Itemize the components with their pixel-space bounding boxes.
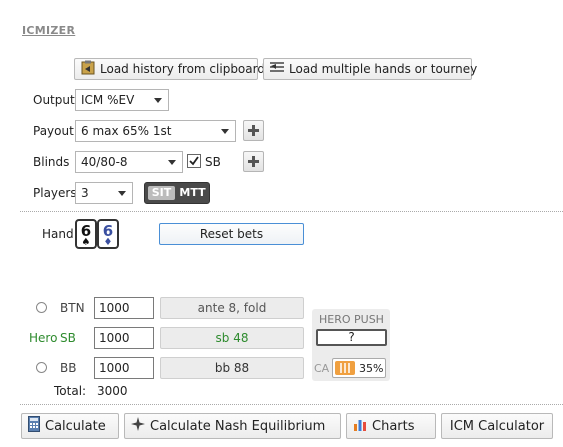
icm-calculator-label: ICM Calculator [449,418,545,434]
calculator-icon [28,416,40,436]
nash-star-icon [131,417,145,435]
payout-select-value: 6 max 65% 1st [81,124,172,138]
output-label: Output [33,93,75,107]
load-history-clipboard-label: Load history from clipboard [100,62,265,76]
ca-label: CA [314,362,330,375]
blinds-select-value: 40/80-8 [81,155,128,169]
payout-select[interactable]: 6 max 65% 1st [75,120,236,142]
bb-radio[interactable] [36,362,47,373]
ca-percent-badge[interactable]: 35% [332,358,386,378]
btn-position-label: BTN [60,301,85,315]
calculate-button[interactable]: Calculate [21,413,119,439]
add-blinds-button[interactable] [243,151,264,172]
calculate-nash-label: Calculate Nash Equilibrium [150,418,326,434]
blinds-select[interactable]: 40/80-8 [75,151,183,173]
output-select-value: ICM %EV [81,93,135,107]
bar-chart-icon [353,417,367,435]
payout-label: Payout [33,124,74,138]
reset-bets-button[interactable]: Reset bets [159,223,304,245]
app-title[interactable]: ICMIZER [22,24,75,37]
hero-push-title: HERO PUSH [319,313,384,326]
btn-action[interactable]: ante 8, fold [160,297,304,319]
chevron-down-icon [168,160,176,165]
ca-bar-icon [335,361,355,375]
hole-card-1[interactable]: 6 ♠ [75,219,97,249]
diamond-icon: ♦ [103,237,113,248]
hand-label: Hand [42,227,74,241]
calculate-nash-button[interactable]: Calculate Nash Equilibrium [124,413,341,439]
hero-label: Hero [29,331,58,345]
sit-toggle-option[interactable]: SIT [148,186,175,200]
reset-bets-label: Reset bets [199,227,264,241]
hands-list-icon [270,61,284,77]
btn-radio[interactable] [36,302,47,313]
sb-checkbox-label: SB [205,155,221,169]
section-divider [20,211,563,212]
output-select[interactable]: ICM %EV [75,89,169,111]
btn-stack-input[interactable]: 1000 [94,297,154,319]
total-value: 3000 [97,384,128,398]
total-label: Total: [54,384,87,398]
checkmark-icon [189,156,199,166]
sb-stack-input[interactable]: 1000 [94,327,154,349]
players-select[interactable]: 3 [75,182,133,204]
load-multiple-hands-button[interactable]: Load multiple hands or tourney [263,58,477,80]
icm-calculator-button[interactable]: ICM Calculator [441,413,553,439]
load-history-clipboard-button[interactable]: Load history from clipboard [74,58,265,80]
charts-button[interactable]: Charts [346,413,436,439]
chevron-down-icon [154,98,162,103]
add-payout-button[interactable] [243,120,264,141]
calculate-label: Calculate [45,418,106,434]
hole-card-2[interactable]: 6 ♦ [97,219,119,249]
sb-checkbox[interactable] [187,154,201,168]
ca-percent-value: 35% [359,362,384,375]
bb-action[interactable]: bb 88 [160,357,304,379]
sit-mtt-toggle[interactable]: SIT MTT [144,182,210,204]
bb-stack-input[interactable]: 1000 [94,357,154,379]
clipboard-icon [81,60,95,78]
sb-position-label: SB [60,331,76,345]
charts-label: Charts [372,418,415,434]
load-multiple-hands-label: Load multiple hands or tourney [289,62,478,76]
chevron-down-icon [221,129,229,134]
bb-position-label: BB [60,361,77,375]
blinds-label: Blinds [33,155,70,169]
mtt-toggle-option[interactable]: MTT [178,186,207,200]
bottom-divider [20,404,563,405]
chevron-down-icon [118,191,126,196]
players-label: Players [33,186,77,200]
sb-action[interactable]: sb 48 [160,327,304,349]
players-select-value: 3 [81,186,89,200]
hero-push-result[interactable]: ? [316,329,387,346]
spade-icon: ♠ [81,237,91,248]
